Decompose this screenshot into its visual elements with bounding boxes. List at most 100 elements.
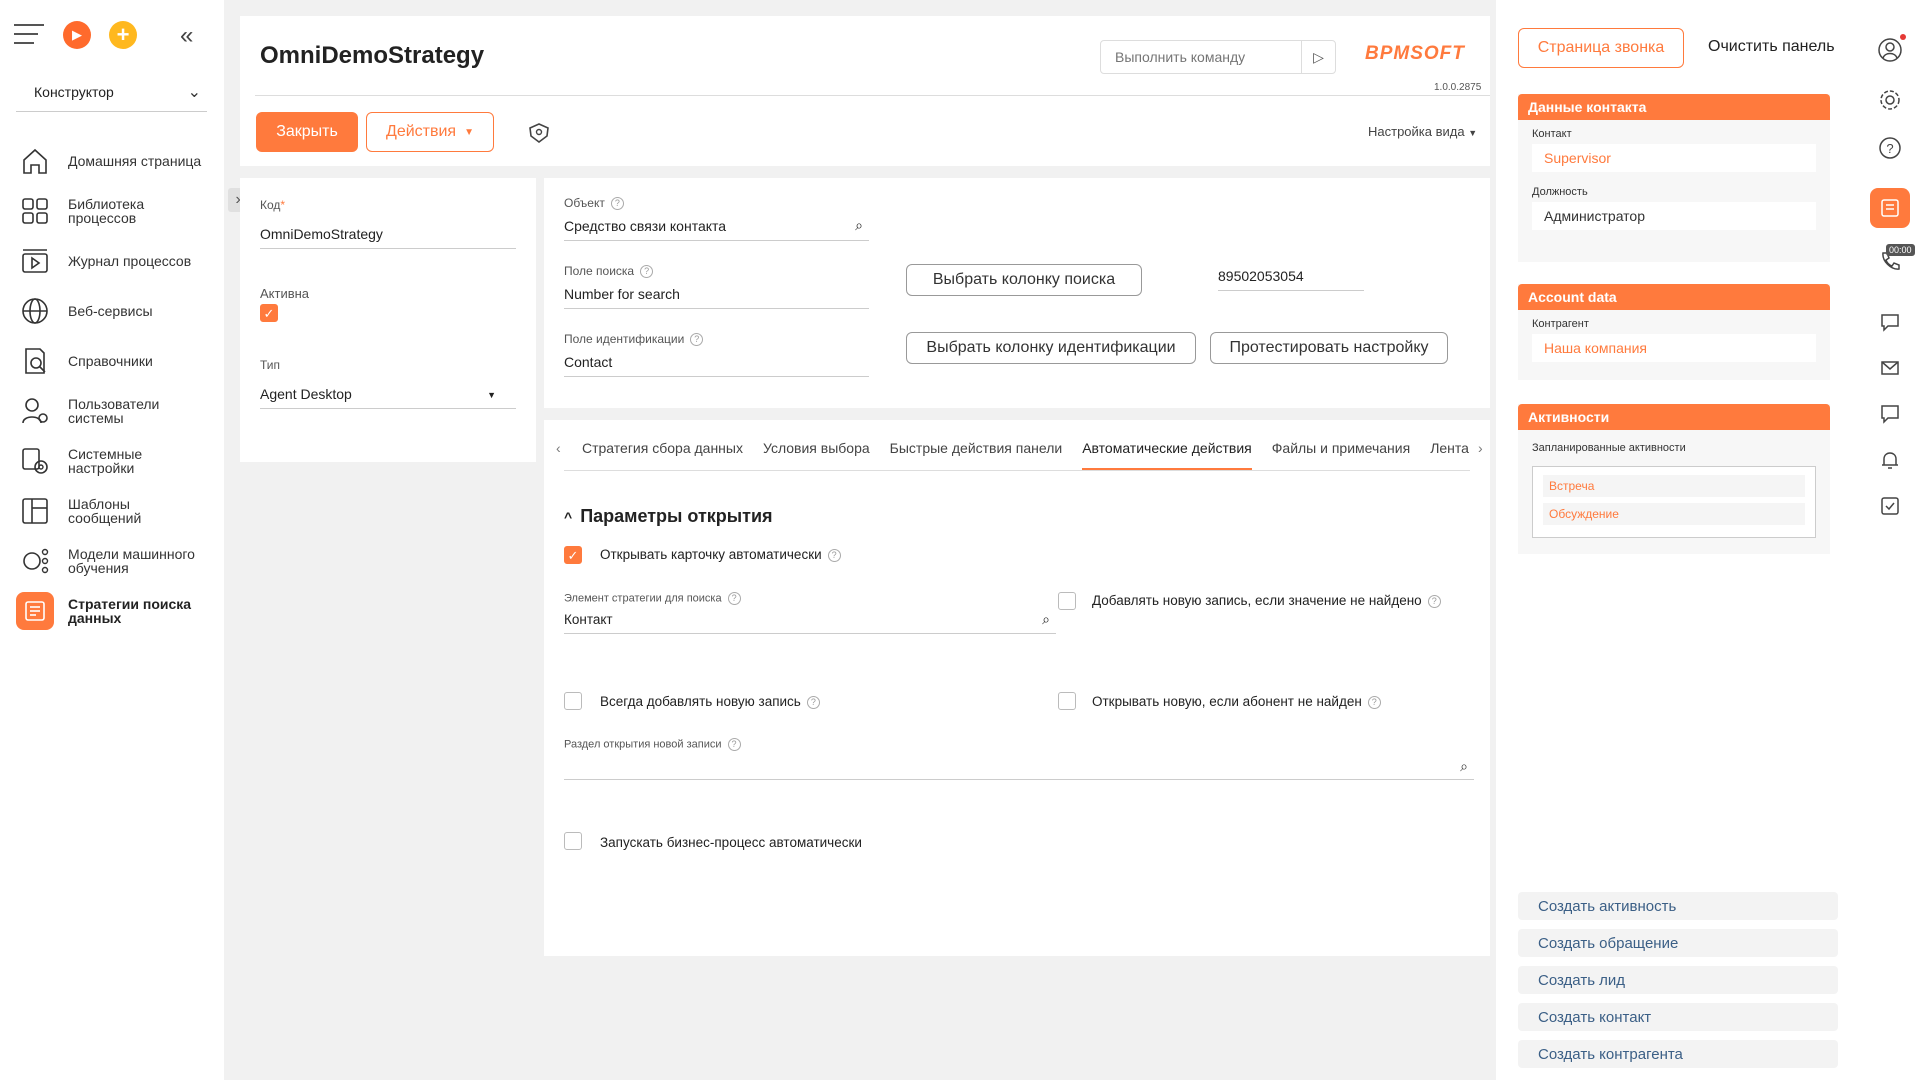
search-icon[interactable]: ⌕ (1460, 758, 1468, 775)
search-icon[interactable]: ⌕ (1042, 611, 1050, 628)
globe-icon (16, 292, 54, 330)
sidebar-item-system-settings[interactable]: Системные настройки (16, 436, 216, 486)
create-lead-button[interactable]: Создать лид (1518, 966, 1838, 994)
id-field[interactable]: Contact (564, 354, 869, 377)
create-contact-button[interactable]: Создать контакт (1518, 1003, 1838, 1031)
activity-item[interactable]: Обсуждение (1543, 503, 1805, 525)
sidebar-item-process-library[interactable]: Библиотека процессов (16, 186, 216, 236)
open-params-header[interactable]: ^ Параметры открытия (564, 506, 773, 527)
create-case-button[interactable]: Создать обращение (1518, 929, 1838, 957)
bell-icon[interactable] (1870, 440, 1910, 480)
active-checkbox[interactable]: ✓ (260, 304, 278, 322)
sidebar-item-label: Пользователи системы (68, 396, 160, 426)
type-label: Тип (260, 358, 281, 372)
ml-icon (16, 542, 54, 580)
play-icon[interactable]: ▶ (63, 21, 91, 49)
process-library-icon (16, 192, 54, 230)
sidebar-item-data-search-strategies[interactable]: Стратегии поиска данных (16, 586, 216, 636)
new-record-section-label: Раздел открытия новой записи? (564, 738, 741, 751)
tab-auto-actions[interactable]: Автоматические действия (1082, 440, 1252, 471)
open-new-if-not-found-checkbox[interactable] (1058, 692, 1076, 710)
planned-activities-label: Запланированные активности (1532, 442, 1686, 454)
add-icon[interactable]: + (109, 21, 137, 49)
sidebar-item-lookups[interactable]: Справочники (16, 336, 216, 386)
activities-list: Встреча Обсуждение (1532, 466, 1816, 538)
account-label: Контрагент (1532, 318, 1589, 330)
template-icon (16, 492, 54, 530)
object-field[interactable]: Средство связи контакта ⌕ (564, 217, 869, 241)
always-add-new-checkbox[interactable] (564, 692, 582, 710)
chat-icon[interactable] (1870, 302, 1910, 342)
search-field[interactable]: Number for search (564, 286, 869, 309)
new-record-section-text: Раздел открытия новой записи (564, 738, 722, 751)
contact-value[interactable]: Supervisor (1532, 144, 1816, 172)
run-bp-auto-label: Запускать бизнес-процесс автоматически (600, 835, 862, 850)
help-icon[interactable]: ? (640, 265, 654, 279)
tab-conditions[interactable]: Условия выбора (763, 440, 870, 468)
help-icon[interactable]: ? (827, 548, 841, 562)
activities-title: Активности (1518, 404, 1830, 430)
new-record-section-field[interactable]: ⌕ (564, 756, 1474, 780)
choose-search-column-button[interactable]: Выбрать колонку поиска (906, 264, 1142, 296)
clear-panel-button[interactable]: Очистить панель (1708, 38, 1835, 56)
tab-data-collection[interactable]: Стратегия сбора данных (582, 440, 743, 468)
create-activity-button[interactable]: Создать активность (1518, 892, 1838, 920)
run-bp-auto-checkbox[interactable] (564, 832, 582, 850)
chevron-right-icon[interactable]: › (1478, 440, 1483, 456)
help-icon[interactable]: ? (610, 197, 624, 211)
phone-icon[interactable]: 00:00 (1870, 242, 1915, 282)
sidebar-item-web-services[interactable]: Веб-сервисы (16, 286, 216, 336)
view-settings-button[interactable]: Настройка вида ▼ (1368, 124, 1477, 139)
search-icon[interactable]: ⌕ (855, 217, 863, 234)
tag-icon[interactable] (528, 122, 550, 144)
sidebar-item-system-users[interactable]: Пользователи системы (16, 386, 216, 436)
run-command-icon[interactable]: ▷ (1301, 41, 1335, 73)
activity-item[interactable]: Встреча (1543, 475, 1805, 497)
help-icon[interactable]: ? (1427, 594, 1441, 608)
help-icon[interactable]: ? (690, 333, 704, 347)
choose-id-column-button[interactable]: Выбрать колонку идентификации (906, 332, 1196, 364)
sidebar-item-home[interactable]: Домашняя страница (16, 136, 216, 186)
command-line: ▷ (1100, 40, 1336, 74)
test-value-field[interactable]: 89502053054 (1218, 268, 1364, 291)
help-circle-icon[interactable]: ? (1870, 128, 1910, 168)
sidebar-item-ml-models[interactable]: Модели машинного обучения (16, 536, 216, 586)
chevron-down-icon: ⌄ (187, 84, 201, 101)
create-account-button[interactable]: Создать контрагента (1518, 1040, 1838, 1068)
message-icon[interactable] (1870, 394, 1910, 434)
code-field[interactable]: OmniDemoStrategy (260, 226, 516, 249)
chevron-left-icon[interactable]: ‹ (556, 440, 561, 456)
type-select[interactable]: Agent Desktop ▼ (260, 386, 516, 409)
position-value: Администратор (1532, 202, 1816, 230)
tab-feed[interactable]: Лента (1430, 440, 1469, 468)
menu-icon[interactable] (14, 24, 44, 46)
sidebar-item-message-templates[interactable]: Шаблоны сообщений (16, 486, 216, 536)
command-input[interactable] (1115, 42, 1305, 72)
sidebar-item-process-log[interactable]: Журнал процессов (16, 236, 216, 286)
test-settings-button[interactable]: Протестировать настройку (1210, 332, 1448, 364)
add-new-if-not-found-checkbox[interactable] (1058, 592, 1076, 610)
help-icon[interactable]: ? (727, 738, 741, 751)
actions-button[interactable]: Действия ▼ (366, 112, 494, 152)
profile-icon[interactable] (1870, 30, 1910, 70)
call-page-button[interactable]: Страница звонка (1518, 28, 1684, 68)
open-card-auto-checkbox[interactable]: ✓ (564, 546, 582, 564)
help-icon[interactable]: ? (806, 695, 820, 709)
task-icon[interactable] (1870, 486, 1910, 526)
main-area: OmniDemoStrategy ▷ BPMSOFT 1.0.0.2875 За… (224, 0, 1496, 1080)
email-icon[interactable] (1870, 348, 1910, 388)
tab-quick-actions[interactable]: Быстрые действия панели (890, 440, 1063, 468)
collapse-sidebar-icon[interactable]: « (180, 22, 193, 50)
account-value[interactable]: Наша компания (1532, 334, 1816, 362)
tab-files[interactable]: Файлы и примечания (1272, 440, 1410, 468)
close-button[interactable]: Закрыть (256, 112, 358, 152)
sidebar-item-label: Журнал процессов (68, 253, 192, 269)
divider (255, 95, 1490, 96)
help-icon[interactable]: ? (1367, 695, 1381, 709)
strategy-panel-icon[interactable] (1870, 188, 1910, 228)
help-icon[interactable]: ? (727, 592, 741, 605)
strategy-element-field[interactable]: Контакт ⌕ (564, 611, 1056, 634)
workspace-select[interactable]: Конструктор ⌄ (16, 80, 207, 112)
activities-section: Активности Запланированные активности Вс… (1518, 404, 1830, 554)
gear-icon[interactable] (1870, 80, 1910, 120)
